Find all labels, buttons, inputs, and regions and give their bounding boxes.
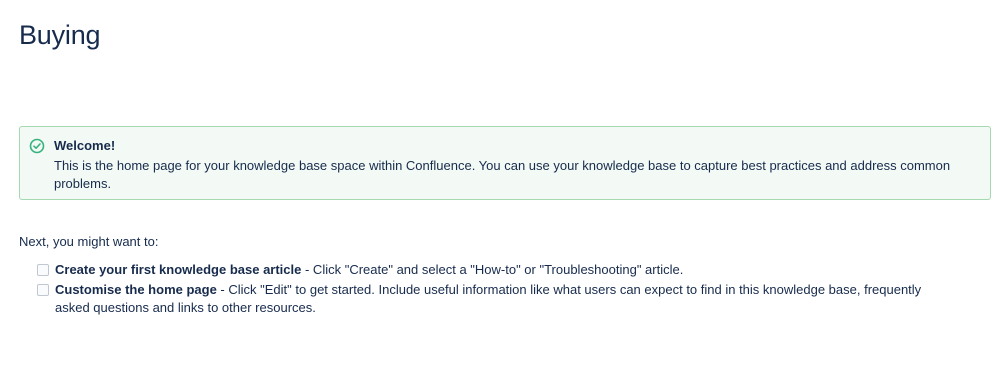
task-checkbox[interactable] xyxy=(37,284,49,296)
task-item-customise-home: Customise the home page - Click "Edit" t… xyxy=(37,281,957,317)
task-title: Customise the home page xyxy=(55,282,217,297)
intro-text: Next, you might want to: xyxy=(19,234,159,249)
task-description: - Click "Create" and select a "How-to" o… xyxy=(301,262,684,277)
page-title: Buying xyxy=(19,20,101,50)
task-item-create-article: Create your first knowledge base article… xyxy=(37,261,957,279)
welcome-info-panel: Welcome! This is the home page for your … xyxy=(19,126,991,200)
panel-title: Welcome! xyxy=(54,138,116,153)
check-circle-icon xyxy=(29,138,45,154)
task-list: Create your first knowledge base article… xyxy=(37,261,957,319)
panel-body-text: This is the home page for your knowledge… xyxy=(54,158,951,191)
task-checkbox[interactable] xyxy=(37,264,49,276)
task-title: Create your first knowledge base article xyxy=(55,262,302,277)
